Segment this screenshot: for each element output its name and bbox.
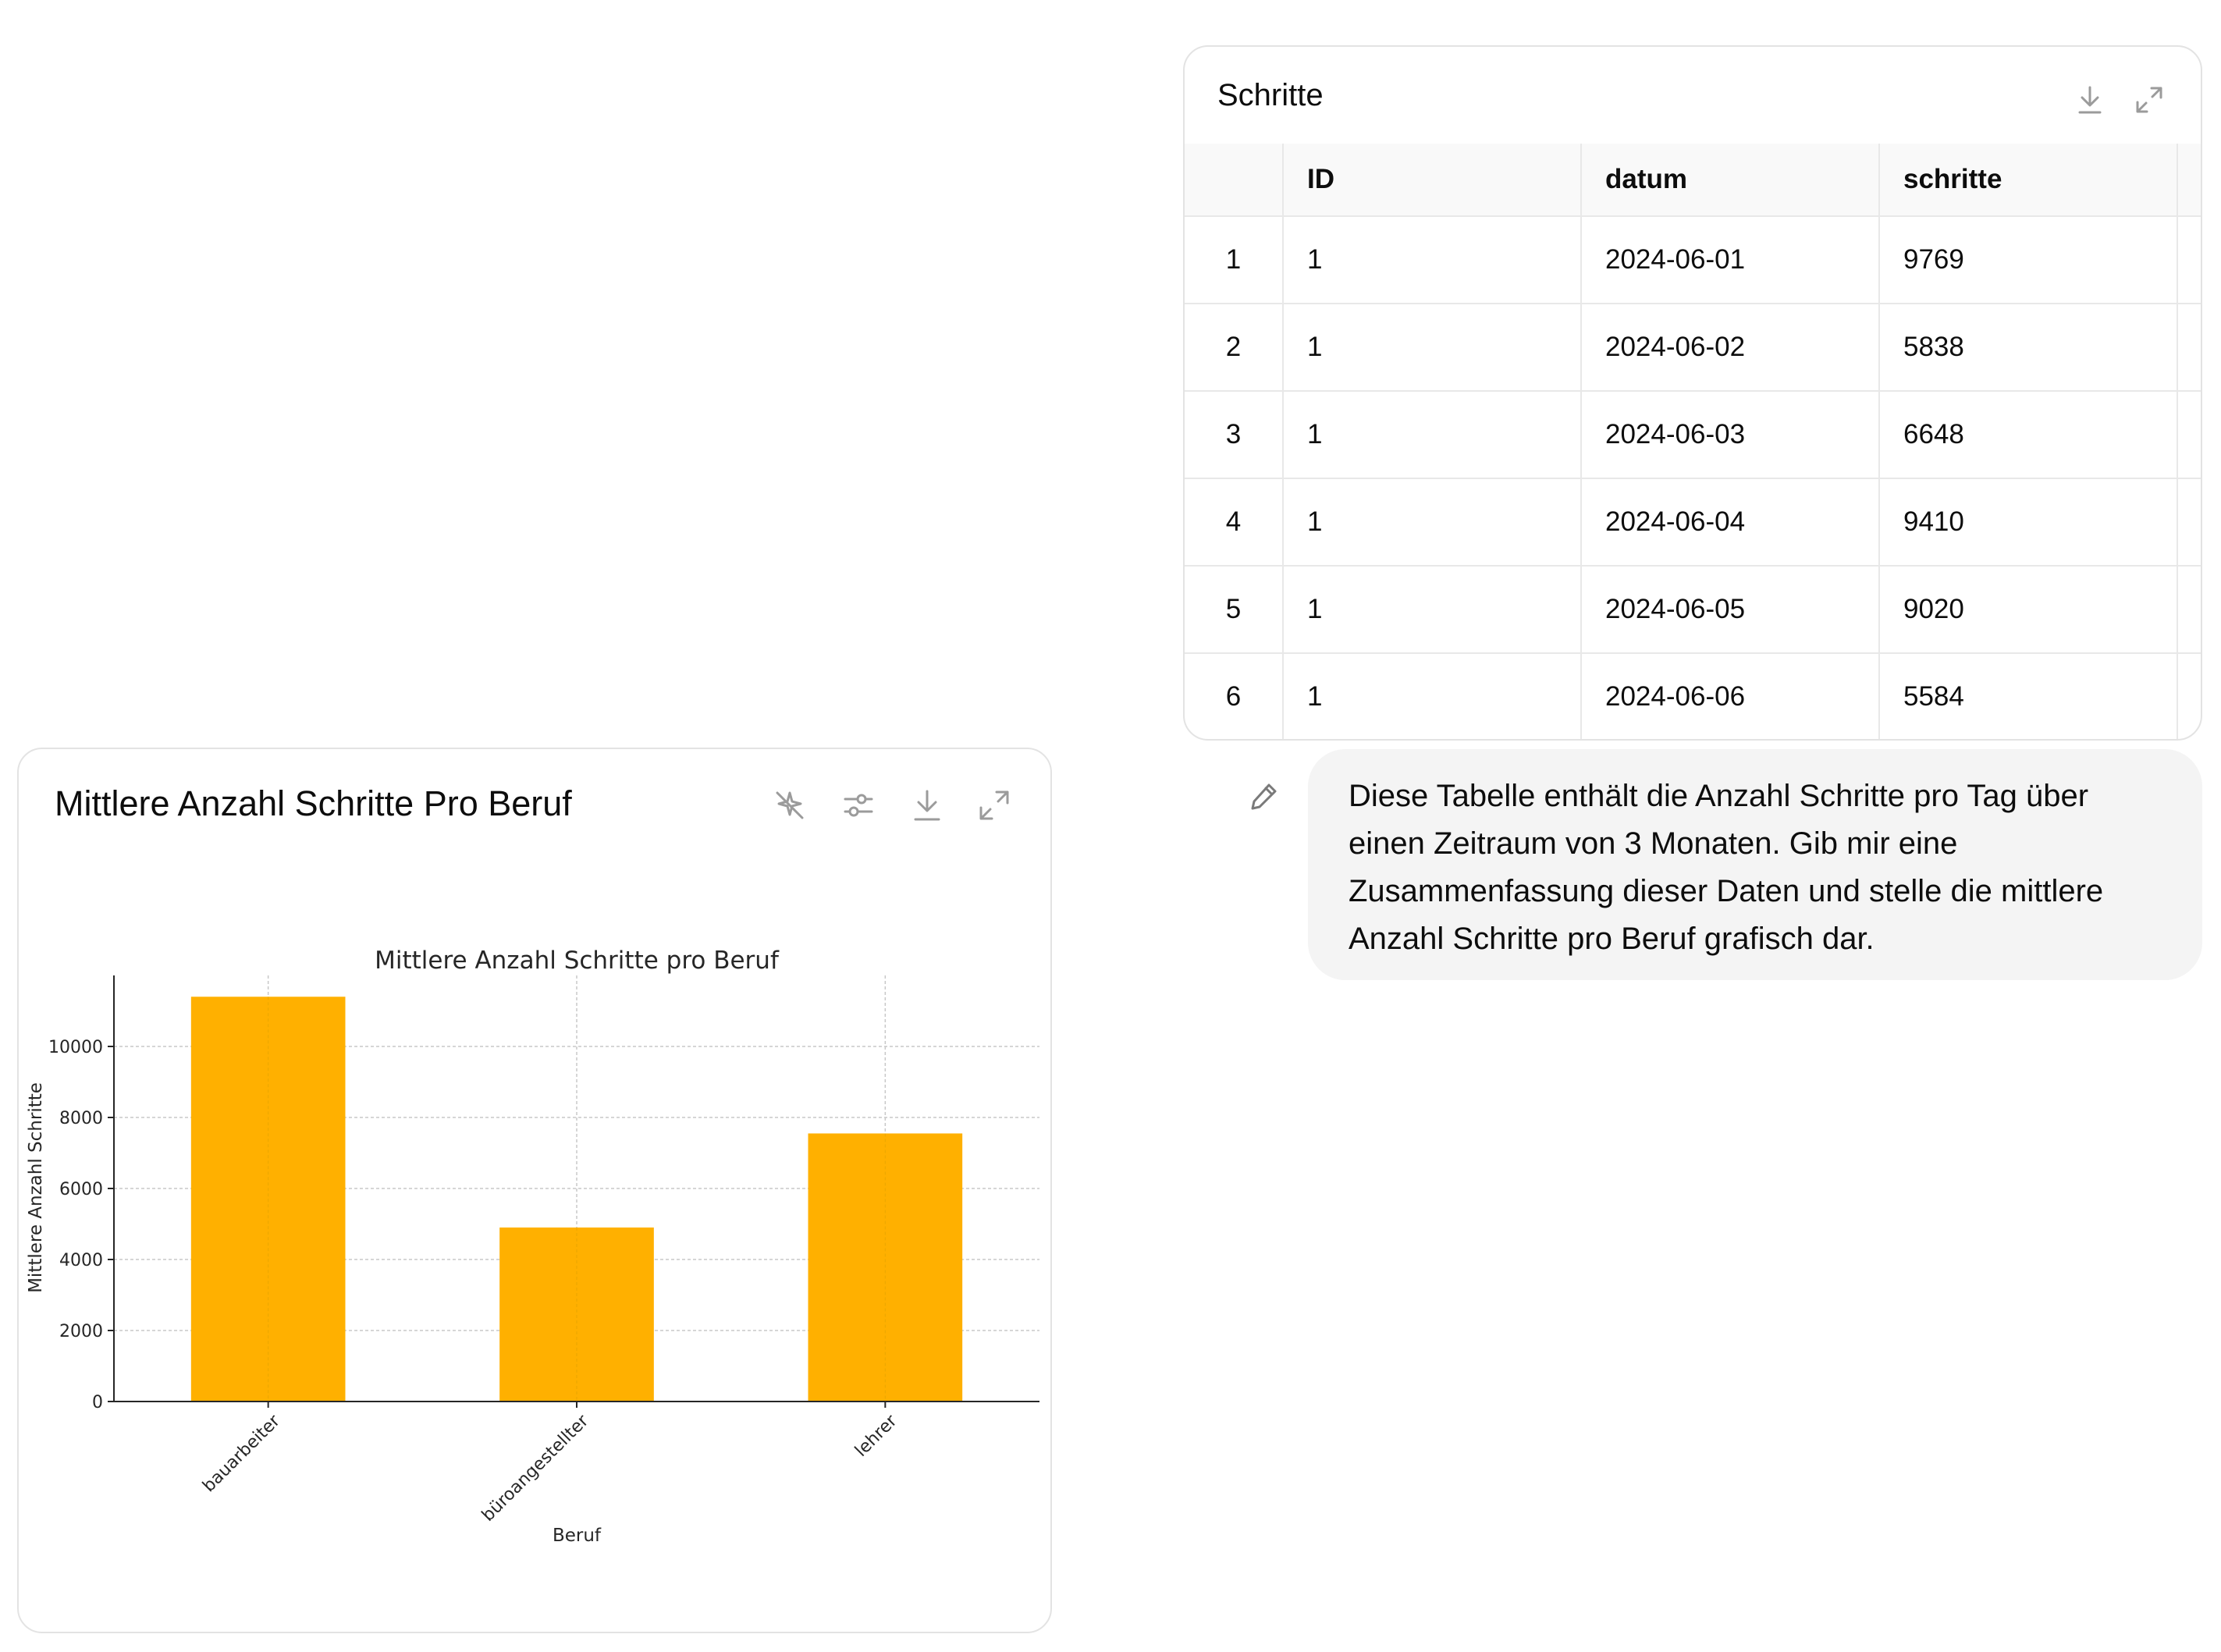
bar-chart[interactable]: 0 2000 4000 6000 8000 10000 bauarbeiter büroang… <box>19 749 1050 1632</box>
edit-message-button[interactable] <box>1241 773 1288 819</box>
row-index: 4 <box>1185 478 1284 567</box>
table-download-button[interactable] <box>2068 78 2112 122</box>
cell-schritte[interactable]: 9020 <box>1878 565 2178 654</box>
x-tick-label: büroangestellter <box>478 1411 593 1526</box>
row-index: 6 <box>1185 652 1284 739</box>
cell-schritte[interactable]: 6648 <box>1878 390 2178 479</box>
table-row: 3 1 2024-06-03 6648 <box>1185 390 2201 479</box>
table-row: 2 1 2024-06-02 5838 <box>1185 303 2201 392</box>
steps-table: ID datum schritte 1 1 2024-06-01 9769 2 … <box>1185 144 2201 739</box>
y-axis-label: Mittlere Anzahl Schritte <box>26 1082 46 1293</box>
table-row: 4 1 2024-06-04 9410 <box>1185 478 2201 567</box>
cell-spacer <box>2177 565 2201 654</box>
chart-card: Mittlere Anzahl Schritte Pro Beruf 0 2000… <box>17 748 1052 1633</box>
cell-datum[interactable]: 2024-06-06 <box>1580 652 1880 739</box>
column-header-index[interactable] <box>1185 144 1284 217</box>
y-tick-label: 8000 <box>59 1109 103 1128</box>
cell-id[interactable]: 1 <box>1282 303 1582 392</box>
cell-id[interactable]: 1 <box>1282 478 1582 567</box>
x-axis-label: Beruf <box>553 1526 602 1546</box>
cell-datum[interactable]: 2024-06-03 <box>1580 390 1880 479</box>
row-index: 2 <box>1185 303 1284 392</box>
chart-title: Mittlere Anzahl Schritte pro Beruf <box>375 947 780 975</box>
cell-schritte[interactable]: 9769 <box>1878 215 2178 304</box>
y-tick-label: 6000 <box>59 1180 103 1199</box>
download-icon <box>2078 86 2102 114</box>
cell-datum[interactable]: 2024-06-05 <box>1580 565 1880 654</box>
cell-id[interactable]: 1 <box>1282 390 1582 479</box>
column-header-id[interactable]: ID <box>1282 144 1582 217</box>
cell-schritte[interactable]: 5838 <box>1878 303 2178 392</box>
user-message-text: Diese Tabelle enthält die Anzahl Schritt… <box>1349 779 2104 956</box>
expand-icon <box>2136 87 2162 113</box>
cell-datum[interactable]: 2024-06-01 <box>1580 215 1880 304</box>
table-row: 1 1 2024-06-01 9769 <box>1185 215 2201 304</box>
cell-datum[interactable]: 2024-06-02 <box>1580 303 1880 392</box>
x-tick-label: bauarbeiter <box>199 1411 284 1496</box>
cell-id[interactable]: 1 <box>1282 652 1582 739</box>
row-index: 5 <box>1185 565 1284 654</box>
y-tick-label: 0 <box>92 1393 103 1412</box>
table-row: 5 1 2024-06-05 9020 <box>1185 565 2201 654</box>
cell-spacer <box>2177 652 2201 739</box>
table-card: Schritte ID datum schritte 1 1 2024-06-0… <box>1183 45 2202 741</box>
table-header-row: ID datum schritte <box>1185 144 2201 217</box>
y-tick-label: 4000 <box>59 1251 103 1270</box>
column-header-spacer <box>2177 144 2201 217</box>
user-message-bubble: Diese Tabelle enthält die Anzahl Schritt… <box>1308 749 2202 980</box>
cell-spacer <box>2177 478 2201 567</box>
column-header-datum[interactable]: datum <box>1580 144 1880 217</box>
cell-datum[interactable]: 2024-06-04 <box>1580 478 1880 567</box>
cell-schritte[interactable]: 5584 <box>1878 652 2178 739</box>
y-tick-label: 10000 <box>48 1038 103 1057</box>
cell-id[interactable]: 1 <box>1282 215 1582 304</box>
row-index: 3 <box>1185 390 1284 479</box>
y-tick-label: 2000 <box>59 1322 103 1341</box>
cell-schritte[interactable]: 9410 <box>1878 478 2178 567</box>
table-title: Schritte <box>1217 78 1324 112</box>
cell-spacer <box>2177 303 2201 392</box>
table-expand-button[interactable] <box>2127 78 2171 122</box>
table-card-header: Schritte <box>1185 47 2201 144</box>
cell-spacer <box>2177 390 2201 479</box>
table-row: 6 1 2024-06-06 5584 <box>1185 652 2201 739</box>
pencil-icon <box>1251 783 1277 810</box>
row-index: 1 <box>1185 215 1284 304</box>
cell-spacer <box>2177 215 2201 304</box>
x-tick-label: lehrer <box>851 1411 901 1461</box>
column-header-schritte[interactable]: schritte <box>1878 144 2178 217</box>
cell-id[interactable]: 1 <box>1282 565 1582 654</box>
